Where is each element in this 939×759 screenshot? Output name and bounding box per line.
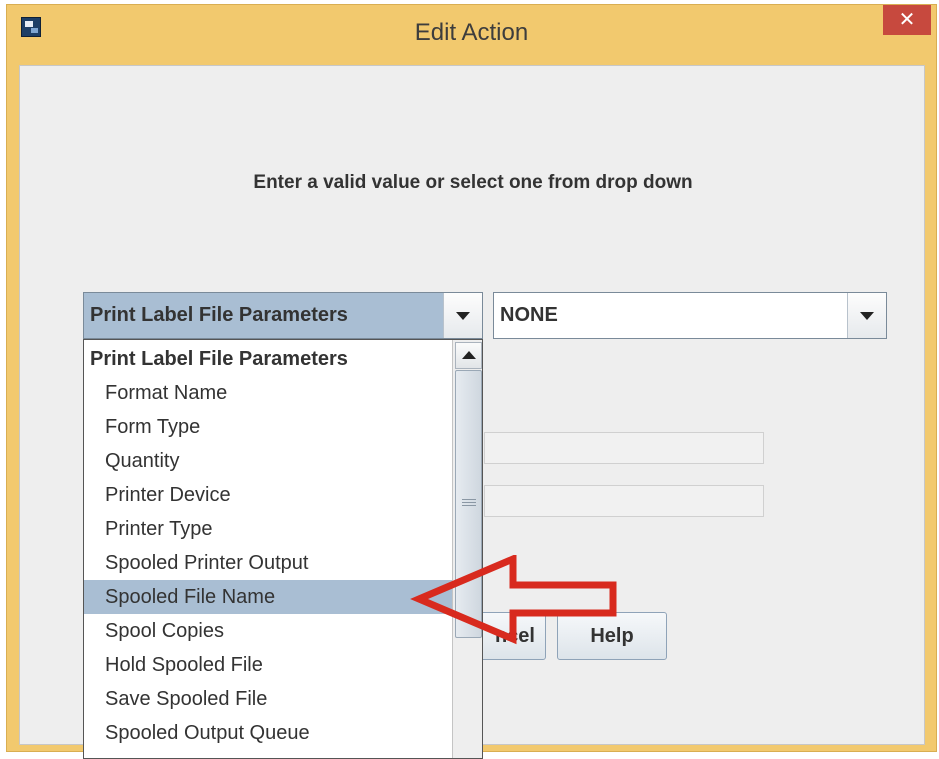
background-text-field[interactable] [484, 432, 764, 464]
value-combo[interactable]: NONE [493, 292, 887, 339]
grip-line [462, 505, 476, 506]
close-button[interactable]: ✕ [883, 5, 931, 35]
dropdown-item[interactable]: Printer Device [84, 478, 452, 512]
grip-line [462, 499, 476, 500]
parameter-category-value: Print Label File Parameters [84, 293, 444, 338]
dropdown-item-selected[interactable]: Spooled File Name [84, 580, 452, 614]
dropdown-scrollbar[interactable] [452, 340, 482, 758]
instruction-label: Enter a valid value or select one from d… [253, 172, 693, 193]
grip-line [462, 502, 476, 503]
dropdown-header-item[interactable]: Print Label File Parameters [84, 342, 452, 376]
dropdown-item[interactable]: Form Type [84, 410, 452, 444]
dropdown-item[interactable]: Save Spooled File [84, 682, 452, 716]
dropdown-item[interactable]: Hold Spooled File [84, 648, 452, 682]
dropdown-item[interactable]: Format Name [84, 376, 452, 410]
close-icon: ✕ [898, 9, 916, 31]
scroll-up-icon[interactable] [455, 342, 482, 369]
dropdown-popup[interactable]: Print Label File Parameters Format Name … [83, 339, 483, 759]
title-bar[interactable]: Edit Action ✕ [7, 5, 936, 65]
dropdown-item[interactable]: Spooled Output Queue [84, 716, 452, 750]
red-arrow-annotation [410, 555, 617, 645]
chevron-down-icon[interactable] [847, 293, 886, 338]
window-title: Edit Action [414, 19, 529, 46]
dropdown-item[interactable]: Printer Type [84, 512, 452, 546]
background-text-field[interactable] [484, 485, 764, 517]
chevron-down-icon[interactable] [443, 293, 482, 338]
dropdown-item[interactable]: Spool Copies [84, 614, 452, 648]
dropdown-item[interactable]: Spooled Printer Output [84, 546, 452, 580]
parameter-category-combo[interactable]: Print Label File Parameters [83, 292, 483, 339]
value-combo-value: NONE [494, 293, 848, 338]
dropdown-item[interactable]: Quantity [84, 444, 452, 478]
